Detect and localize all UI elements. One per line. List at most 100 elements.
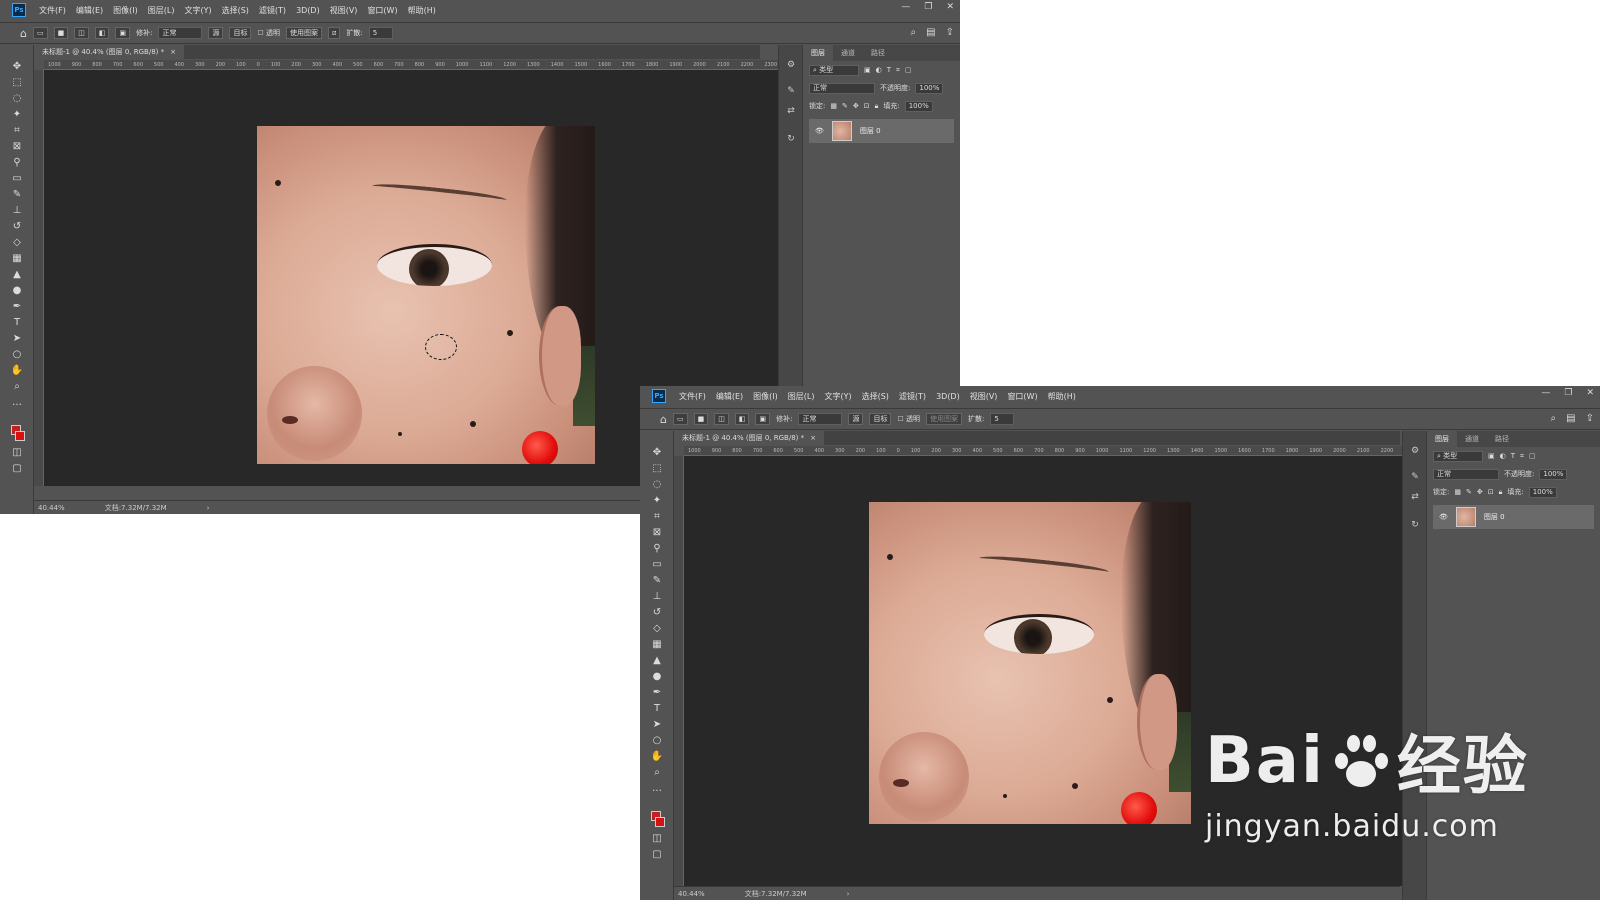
subtract-selection-icon[interactable]: ◧ [734,413,750,425]
transparent-checkbox[interactable]: ☐ 透明 [897,414,920,424]
brush-tool-icon[interactable]: ✎ [650,573,664,587]
more-tools-icon[interactable]: … [10,395,24,409]
zoom-tool-icon[interactable]: ⌕ [10,379,24,393]
diffusion-select[interactable]: 5 [990,413,1015,425]
eraser-tool-icon[interactable]: ◇ [10,235,24,249]
menu-image[interactable]: 图像(I) [748,391,783,402]
lock-pixels-icon[interactable]: ▦ [1454,488,1461,496]
magic-wand-tool-icon[interactable]: ✦ [10,107,24,121]
layer-row[interactable]: 👁︎ 图层 0 [809,119,954,143]
adjustments-icon[interactable]: ⇄ [1409,491,1421,503]
filter-type-icon[interactable]: T [1511,452,1515,460]
menu-view[interactable]: 视图(V) [325,5,363,16]
menu-layer[interactable]: 图层(L) [783,391,820,402]
use-pattern-button[interactable]: 使用图案 [285,27,322,39]
tab-layers[interactable]: 图层 [1427,431,1457,447]
close-button[interactable]: ✕ [946,2,954,12]
background-color-swatch[interactable] [15,431,25,441]
history-brush-tool-icon[interactable]: ↺ [650,605,664,619]
eye-visibility-icon[interactable]: 👁︎ [815,127,824,135]
use-pattern-button[interactable]: 使用图案 [925,413,962,425]
search-icon[interactable]: ⌕ [1551,413,1557,424]
tab-channels[interactable]: 通道 [1457,434,1487,444]
quick-mask-icon[interactable]: ◫ [650,831,664,845]
magic-wand-tool-icon[interactable]: ✦ [650,493,664,507]
gradient-tool-icon[interactable]: ▦ [650,637,664,651]
patch-tool-preset-icon[interactable]: ▭ [32,27,48,39]
eyedropper-tool-icon[interactable]: ⚲ [650,541,664,555]
menu-type[interactable]: 文字(Y) [819,391,856,402]
menu-file[interactable]: 文件(F) [674,391,711,402]
maximize-button[interactable]: ❐ [1564,388,1572,398]
filter-pixel-icon[interactable]: ▣ [864,66,871,74]
patch-tool-preset-icon[interactable]: ▭ [672,413,688,425]
menu-edit[interactable]: 编辑(E) [711,391,748,402]
filter-smart-icon[interactable]: ▢ [1529,452,1536,460]
pattern-swatch-icon[interactable]: ⧄ [327,27,341,39]
lasso-tool-icon[interactable]: ◌ [650,477,664,491]
minimize-button[interactable]: — [901,2,910,12]
type-tool-icon[interactable]: T [10,315,24,329]
layer-filter-select[interactable]: ⌕ 类型 [1433,450,1483,462]
intersect-selection-icon[interactable]: ▣ [755,413,771,425]
patch-mode-select[interactable]: 正常 [158,27,203,39]
menu-filter[interactable]: 滤镜(T) [254,5,291,16]
patch-tool-icon[interactable]: ▭ [10,171,24,185]
document-tab[interactable]: 未标题-1 @ 40.4% (图层 0, RGB/8) * × [674,431,824,445]
lock-paint-icon[interactable]: ✎ [842,102,848,110]
menu-file[interactable]: 文件(F) [34,5,71,16]
filter-adjust-icon[interactable]: ◐ [876,66,882,74]
frame-tool-icon[interactable]: ⊠ [10,139,24,153]
share-icon[interactable]: ⇪ [946,27,954,38]
new-selection-icon[interactable]: ■ [53,27,69,39]
maximize-button[interactable]: ❐ [924,2,932,12]
brush-settings-icon[interactable]: ✎ [1409,471,1421,483]
new-selection-icon[interactable]: ■ [693,413,709,425]
lock-paint-icon[interactable]: ✎ [1466,488,1472,496]
marquee-tool-icon[interactable]: ⬚ [10,75,24,89]
status-arrow[interactable]: › [207,504,210,512]
menu-window[interactable]: 窗口(W) [1002,391,1042,402]
eyedropper-tool-icon[interactable]: ⚲ [10,155,24,169]
layer-filter-select[interactable]: ⌕ 类型 [809,64,859,76]
filter-type-icon[interactable]: T [887,66,891,74]
ellipse-tool-icon[interactable]: ○ [10,347,24,361]
zoom-tool-icon[interactable]: ⌕ [650,765,664,779]
menu-window[interactable]: 窗口(W) [362,5,402,16]
lock-all-icon[interactable]: 🔒︎ [1499,488,1503,497]
target-button[interactable]: 目标 [869,413,892,425]
zoom-level[interactable]: 40.44% [38,504,65,512]
menu-edit[interactable]: 编辑(E) [71,5,108,16]
tab-paths[interactable]: 路径 [863,48,893,58]
quick-mask-icon[interactable]: ◫ [10,445,24,459]
fill-input[interactable]: 100% [1528,486,1557,498]
face-photo[interactable] [257,126,595,464]
filter-shape-icon[interactable]: ⌗ [896,66,900,75]
fill-input[interactable]: 100% [904,100,933,112]
opacity-input[interactable]: 100% [915,82,944,94]
document-tab[interactable]: 未标题-1 @ 40.4% (图层 0, RGB/8) * × [34,45,184,59]
path-selection-tool-icon[interactable]: ➤ [10,331,24,345]
workspace-icon[interactable]: ▤ [926,27,935,38]
menu-3d[interactable]: 3D(D) [291,6,325,15]
background-color-swatch[interactable] [655,817,665,827]
home-icon[interactable]: ⌂ [20,27,27,40]
menu-view[interactable]: 视图(V) [965,391,1003,402]
screen-mode-icon[interactable]: ▢ [650,847,664,861]
filter-pixel-icon[interactable]: ▣ [1488,452,1495,460]
lock-pixels-icon[interactable]: ▦ [830,102,837,110]
eye-visibility-icon[interactable]: 👁︎ [1439,513,1448,521]
filter-shape-icon[interactable]: ⌗ [1520,452,1524,461]
lock-position-icon[interactable]: ✥ [1477,488,1483,496]
stamp-tool-icon[interactable]: ⊥ [10,203,24,217]
layer-row[interactable]: 👁︎ 图层 0 [1433,505,1594,529]
brush-tool-icon[interactable]: ✎ [10,187,24,201]
blend-mode-select[interactable]: 正常 [809,82,875,94]
menu-image[interactable]: 图像(I) [108,5,143,16]
source-button[interactable]: 源 [208,27,224,39]
screen-mode-icon[interactable]: ▢ [10,461,24,475]
home-icon[interactable]: ⌂ [660,413,667,426]
eraser-tool-icon[interactable]: ◇ [650,621,664,635]
pen-tool-icon[interactable]: ✒ [650,685,664,699]
more-tools-icon[interactable]: … [650,781,664,795]
